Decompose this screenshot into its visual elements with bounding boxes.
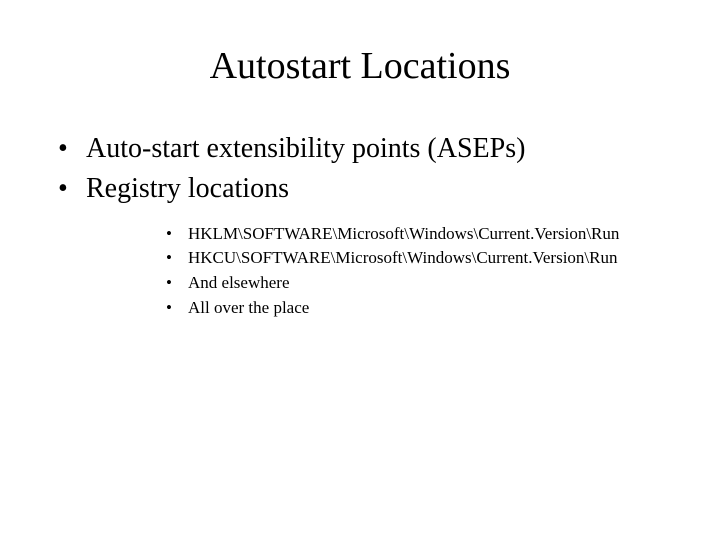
sub-bullet-item: HKLM\SOFTWARE\Microsoft\Windows\Current.… bbox=[166, 222, 680, 247]
sub-bullet-item: All over the place bbox=[166, 296, 680, 321]
bullet-item: Auto-start extensibility points (ASEPs) bbox=[58, 130, 680, 168]
bullet-list-level2: HKLM\SOFTWARE\Microsoft\Windows\Current.… bbox=[166, 222, 680, 321]
slide-title: Autostart Locations bbox=[40, 44, 680, 88]
bullet-item: Registry locations HKLM\SOFTWARE\Microso… bbox=[58, 170, 680, 320]
sub-bullet-item: HKCU\SOFTWARE\Microsoft\Windows\Current.… bbox=[166, 246, 680, 271]
sub-bullet-item: And elsewhere bbox=[166, 271, 680, 296]
bullet-text: Registry locations bbox=[86, 173, 289, 204]
bullet-list-level1: Auto-start extensibility points (ASEPs) … bbox=[58, 130, 680, 320]
slide: Autostart Locations Auto-start extensibi… bbox=[0, 0, 720, 540]
